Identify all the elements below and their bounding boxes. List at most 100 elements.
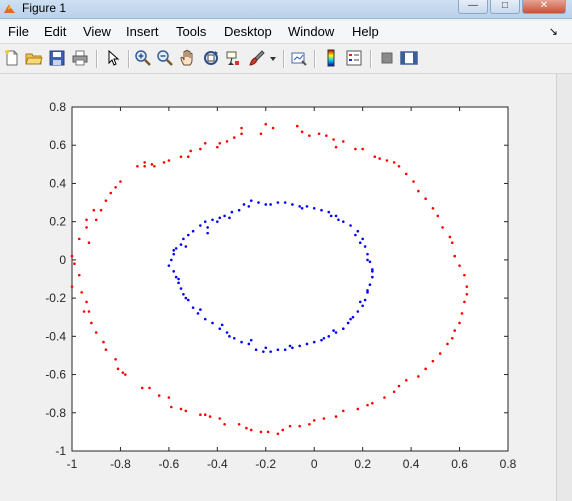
outer-ring-point	[94, 218, 98, 222]
new-figure-icon[interactable]	[3, 49, 21, 67]
dock-icon[interactable]: ↘	[549, 25, 558, 38]
x-tick-label: 0.4	[403, 457, 420, 471]
x-tick-label: -1	[67, 457, 78, 471]
inner-ring-point	[218, 216, 222, 220]
inner-ring-point	[249, 199, 253, 202]
menu-edit[interactable]: Edit	[44, 24, 66, 39]
inner-ring-point	[240, 340, 243, 344]
inner-ring-point	[182, 237, 185, 241]
outer-ring-point	[167, 396, 171, 399]
figure-toolbar	[0, 44, 572, 74]
inner-ring-point	[167, 264, 171, 267]
outer-ring-point	[85, 226, 88, 229]
zoom-out-icon[interactable]	[156, 49, 174, 67]
insert-colorbar-icon[interactable]	[322, 49, 340, 67]
inner-ring-point	[179, 287, 183, 290]
x-tick-label: -0.4	[207, 457, 228, 471]
inner-ring-point	[371, 275, 374, 279]
y-tick-label: -0.4	[45, 329, 66, 343]
outer-ring-point	[104, 199, 108, 202]
menu-view[interactable]: View	[83, 24, 111, 39]
inner-ring-point	[320, 208, 323, 212]
menu-file[interactable]: File	[8, 24, 29, 39]
save-icon[interactable]	[48, 49, 66, 67]
window-title-bar[interactable]: Figure 1 — □ ✕	[0, 0, 572, 19]
outer-ring-point	[148, 386, 151, 390]
outer-ring-point	[298, 424, 301, 428]
outer-ring-point	[123, 373, 127, 376]
inner-ring-point	[334, 331, 338, 334]
outer-ring-point	[460, 312, 464, 315]
select-arrow-icon[interactable]	[104, 49, 122, 67]
inner-ring-point	[276, 201, 280, 204]
menu-window[interactable]: Window	[288, 24, 334, 39]
outer-ring-point	[109, 191, 113, 195]
outer-ring-point	[341, 140, 345, 143]
menu-tools[interactable]: Tools	[176, 24, 206, 39]
inner-ring-point	[203, 317, 207, 321]
inner-ring-point	[206, 231, 209, 235]
outer-ring-point	[70, 254, 74, 258]
inner-ring-point	[216, 220, 219, 223]
rotate-3d-icon[interactable]	[202, 49, 220, 67]
inner-ring-point	[349, 224, 352, 227]
outer-ring-point	[208, 415, 212, 418]
insert-legend-icon[interactable]	[345, 49, 363, 67]
inner-ring-point	[257, 201, 260, 204]
inner-ring-point	[366, 258, 369, 262]
brush-icon[interactable]	[248, 49, 266, 67]
inner-ring-point	[249, 338, 253, 342]
y-tick-label: -0.2	[45, 291, 66, 305]
show-plot-tools-icon[interactable]	[400, 49, 418, 67]
y-tick-label: 0.8	[49, 100, 66, 114]
inner-ring-point	[349, 317, 352, 321]
outer-ring-point	[199, 147, 202, 151]
x-tick-label: 0.6	[451, 457, 468, 471]
outer-ring-point	[199, 413, 202, 416]
inner-ring-point	[242, 203, 246, 206]
y-tick-label: -0.8	[45, 406, 66, 420]
minimize-button[interactable]: —	[458, 0, 488, 14]
y-tick-label: -1	[55, 444, 66, 458]
outer-ring-point	[334, 145, 338, 149]
scatter-plot[interactable]: -1 -0.8 -0.6 -0.4 -0.2 0 0.2 0.4 0.6 0.8 0.80.60.…	[0, 74, 556, 501]
pan-hand-icon[interactable]	[179, 49, 197, 67]
menu-help[interactable]: Help	[352, 24, 379, 39]
print-icon[interactable]	[71, 49, 89, 67]
data-cursor-icon[interactable]	[224, 49, 242, 67]
inner-ring-point	[358, 300, 362, 304]
inner-ring-point	[174, 247, 178, 250]
matlab-app-icon	[4, 4, 15, 13]
outer-ring-point	[450, 241, 454, 244]
outer-ring-point	[453, 254, 457, 258]
outer-ring-point	[463, 300, 466, 304]
outer-ring-point	[85, 300, 88, 304]
outer-ring-point	[77, 273, 81, 277]
brush-dropdown-icon[interactable]	[268, 49, 278, 67]
outer-ring-point	[70, 285, 74, 288]
inner-ring-point	[366, 252, 369, 256]
inner-ring-point	[320, 338, 323, 342]
zoom-in-icon[interactable]	[134, 49, 152, 67]
menu-insert[interactable]: Insert	[126, 24, 159, 39]
inner-ring-point	[300, 206, 304, 210]
inner-ring-point	[341, 327, 345, 330]
inner-ring-point	[223, 214, 226, 218]
outer-ring-point	[312, 419, 316, 422]
maximize-button[interactable]: □	[490, 0, 520, 14]
link-plot-icon[interactable]	[290, 49, 308, 67]
x-tick-label: 0	[311, 457, 318, 471]
inner-ring-point	[172, 252, 176, 256]
outer-ring-point	[373, 155, 377, 158]
outer-ring-point	[102, 340, 105, 344]
outer-ring-point	[438, 352, 442, 355]
outer-ring-point	[259, 430, 263, 434]
open-file-icon[interactable]	[25, 49, 43, 67]
hide-plot-tools-icon[interactable]	[378, 49, 396, 67]
y-tick-label: 0.2	[49, 215, 66, 229]
inner-ring-point	[264, 203, 268, 206]
outer-ring-point	[189, 149, 192, 153]
menu-desktop[interactable]: Desktop	[224, 24, 272, 39]
outer-ring-point	[446, 342, 449, 346]
close-button[interactable]: ✕	[522, 0, 566, 14]
